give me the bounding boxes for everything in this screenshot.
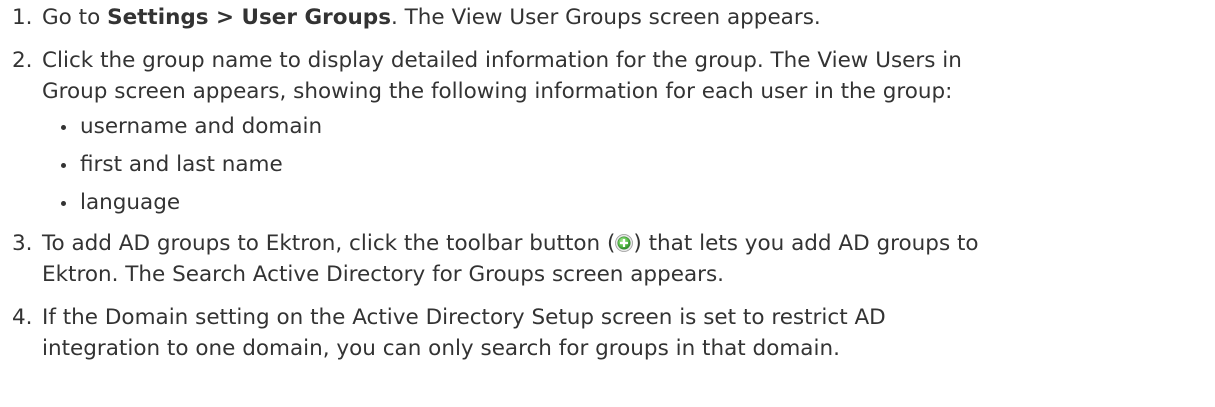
step-text-line: integration to one domain, you can only … (42, 336, 840, 361)
step-number: 3. (12, 231, 33, 256)
step-number: 2. (12, 48, 33, 73)
step-text-line: If the Domain setting on the Active Dire… (42, 305, 886, 330)
step-4: 4. If the Domain setting on the Active D… (12, 302, 1215, 364)
bullet-icon (61, 125, 66, 130)
menu-path: Settings > User Groups (107, 5, 391, 30)
step-text: To add AD groups to Ektron, click the to… (42, 231, 616, 256)
list-item: username and domain (42, 111, 1215, 142)
bullet-icon (61, 201, 66, 206)
step-text: ) that lets you add AD groups to (633, 231, 979, 256)
list-item: language (42, 187, 1215, 218)
step-text-line: Group screen appears, showing the follow… (42, 79, 953, 104)
step-text-line: Click the group name to display detailed… (42, 48, 962, 73)
list-item: first and last name (42, 149, 1215, 180)
list-item-text: first and last name (80, 152, 283, 177)
step-1: 1. Go to Settings > User Groups. The Vie… (12, 2, 1215, 33)
procedure-steps: 1. Go to Settings > User Groups. The Vie… (12, 0, 1215, 364)
step-text: Go to (42, 5, 108, 30)
add-green-plus-icon (615, 234, 634, 252)
step-number: 4. (12, 305, 33, 330)
list-item-text: language (80, 190, 181, 215)
step-3: 3. To add AD groups to Ektron, click the… (12, 228, 1215, 290)
step-2: 2. Click the group name to display detai… (12, 45, 1215, 218)
user-info-list: username and domain first and last name … (42, 111, 1215, 218)
step-text-line: Ektron. The Search Active Directory for … (42, 262, 725, 287)
step-text: . The View User Groups screen appears. (391, 5, 821, 30)
bullet-icon (61, 163, 66, 168)
list-item-text: username and domain (80, 114, 323, 139)
step-number: 1. (12, 5, 33, 30)
